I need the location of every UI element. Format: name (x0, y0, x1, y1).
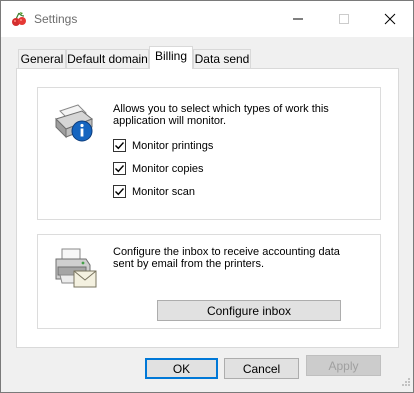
billing-tab-panel: Allows you to select which types of work… (16, 68, 399, 348)
checkbox-box[interactable] (113, 185, 126, 198)
checkbox-box[interactable] (113, 139, 126, 152)
monitor-printings-checkbox[interactable]: Monitor printings (113, 139, 213, 152)
tab-default-domain[interactable]: Default domain (66, 49, 149, 69)
settings-window: Settings General Default domain Billing … (0, 0, 414, 393)
button-label: OK (172, 361, 191, 376)
printer-mail-icon (52, 245, 98, 294)
button-label: Configure inbox (206, 303, 292, 318)
ok-button[interactable]: OK (145, 358, 218, 379)
checkbox-label: Monitor printings (132, 139, 214, 152)
checkmark-icon (115, 165, 125, 173)
monitor-description: Allows you to select which types of work… (113, 103, 329, 127)
monitor-scan-checkbox[interactable]: Monitor scan (113, 185, 195, 198)
tab-data-send[interactable]: Data send (193, 49, 251, 69)
checkbox-box[interactable] (113, 162, 126, 175)
checkmark-icon (115, 188, 125, 196)
checkbox-label: Monitor scan (132, 185, 195, 198)
monitor-copies-checkbox[interactable]: Monitor copies (113, 162, 204, 175)
cancel-button[interactable]: Cancel (224, 358, 299, 379)
monitor-group: Allows you to select which types of work… (37, 87, 381, 220)
tab-label: Billing (154, 49, 187, 63)
apply-button: Apply (306, 355, 381, 376)
checkbox-label: Monitor copies (132, 162, 204, 175)
maximize-icon (339, 14, 349, 24)
tab-billing[interactable]: Billing (149, 46, 193, 69)
tab-general[interactable]: General (18, 49, 66, 69)
maximize-button (321, 1, 367, 37)
printer-info-icon (52, 103, 96, 148)
dialog-body: General Default domain Billing Data send (1, 37, 413, 392)
minimize-button[interactable] (275, 1, 321, 37)
inbox-description: Configure the inbox to receive accountin… (113, 246, 340, 270)
checkmark-icon (115, 142, 125, 150)
resize-grip-icon[interactable] (401, 376, 411, 390)
tab-label: Default domain (67, 52, 148, 66)
button-label: Cancel (242, 361, 281, 376)
tab-label: General (20, 52, 64, 66)
configure-inbox-button[interactable]: Configure inbox (157, 300, 341, 321)
tab-label: Data send (194, 52, 250, 66)
cherry-app-icon (11, 11, 27, 27)
window-title: Settings (34, 12, 78, 26)
inbox-group: Configure the inbox to receive accountin… (37, 234, 381, 329)
close-button[interactable] (367, 1, 413, 37)
close-icon (384, 13, 396, 25)
minimize-icon (293, 18, 303, 20)
button-label: Apply (328, 358, 359, 373)
title-bar[interactable]: Settings (1, 1, 413, 37)
